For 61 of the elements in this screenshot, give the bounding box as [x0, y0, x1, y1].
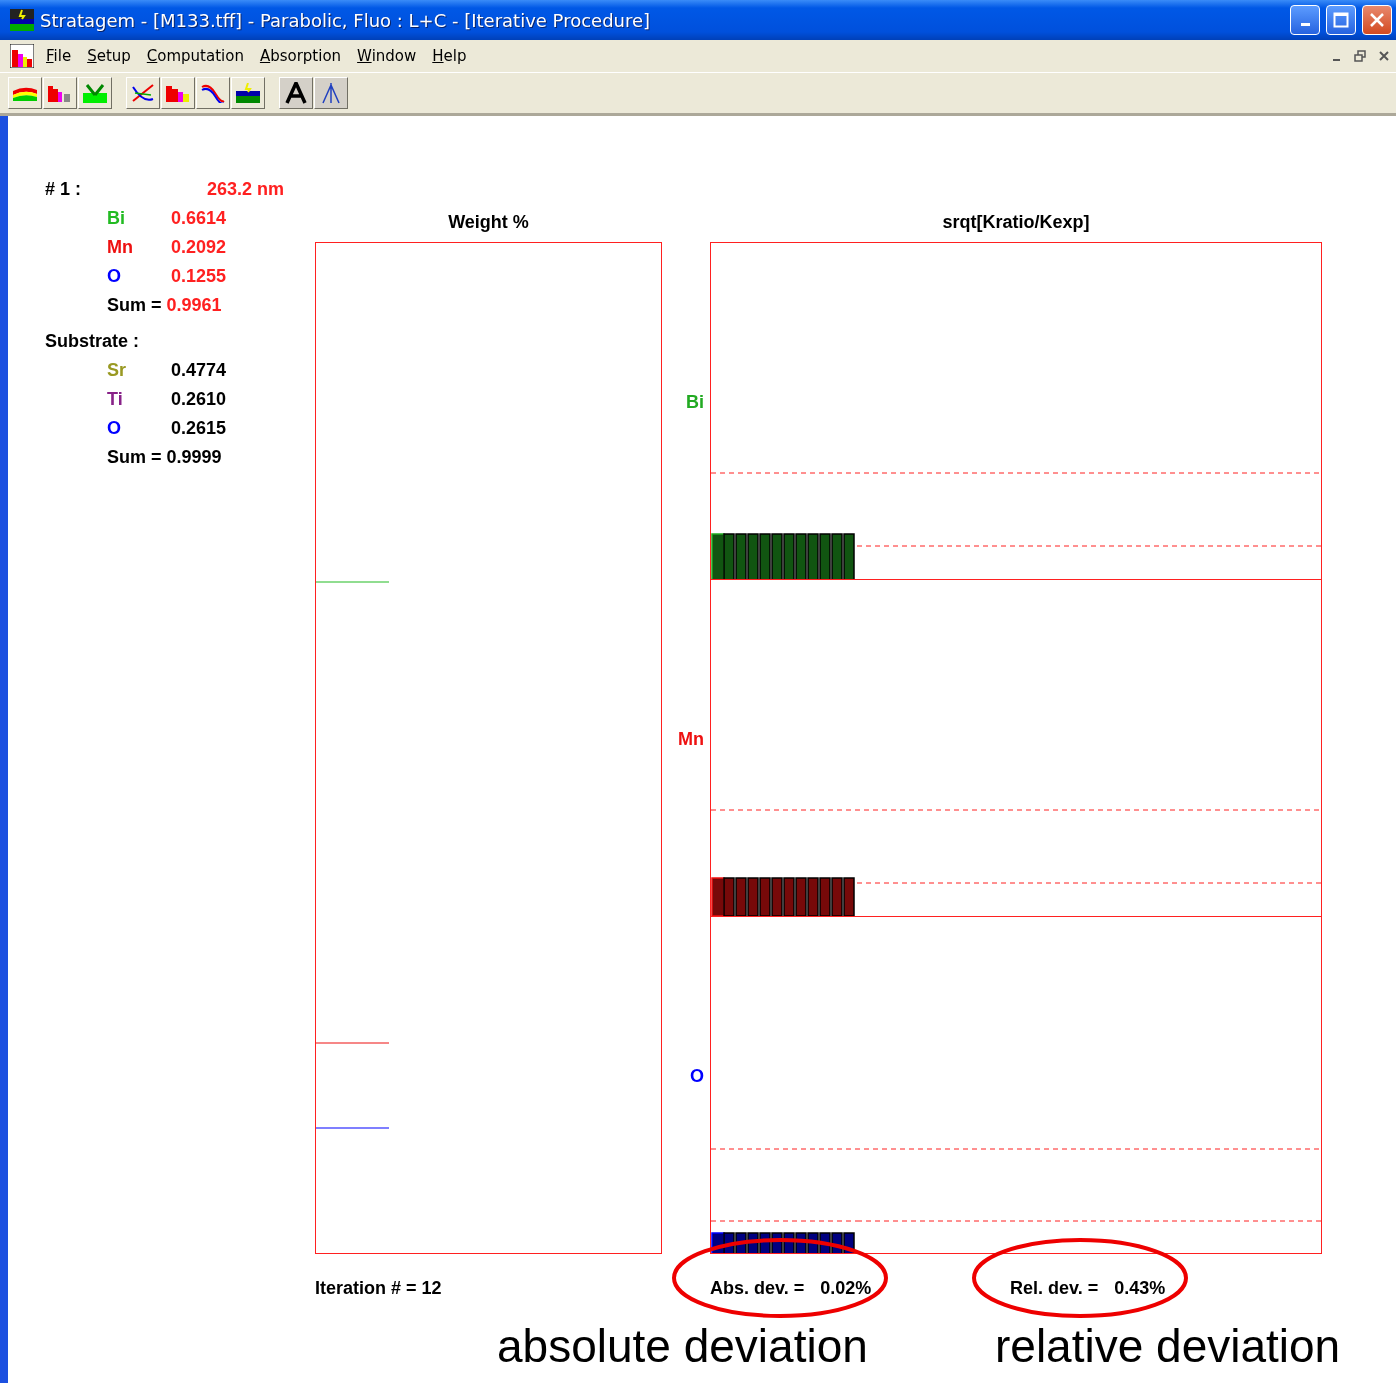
element-label: Bi [686, 392, 704, 414]
menu-item[interactable]: Absorption [251, 47, 350, 65]
iteration-count: Iteration # = 12 [315, 1277, 442, 1299]
minimize-icon [1332, 58, 1340, 61]
element-label: O [690, 1066, 704, 1088]
minimize-button[interactable] [1290, 5, 1320, 35]
element-value: 0.2615 [171, 418, 227, 439]
stat-label: Abs. dev. = [710, 1277, 805, 1299]
annotation-caption: absolute deviation [497, 1319, 869, 1373]
toolbar-button[interactable] [126, 77, 160, 109]
toolbar-button[interactable] [231, 77, 265, 109]
letter-icon [285, 82, 307, 104]
menu-item[interactable]: Setup [79, 47, 139, 65]
sum-label: Sum = [107, 295, 162, 316]
plot-title: srqt[Kratio/Kexp] [942, 212, 1090, 234]
bar-chart-icon [48, 84, 72, 102]
menu-item[interactable]: Window [349, 47, 425, 65]
restore-icon [1354, 50, 1366, 62]
minimize-icon [1300, 23, 1310, 26]
stat-value: 0.02% [820, 1277, 872, 1299]
element-symbol: Sr [107, 360, 127, 381]
sum-value: 0.9999 [166, 447, 222, 468]
substrate-label: Substrate : [45, 331, 140, 352]
app-icon [10, 9, 34, 31]
sum-value: 0.9961 [166, 295, 222, 316]
element-symbol: O [107, 266, 122, 287]
element-symbol: Ti [107, 389, 124, 410]
sum-label: Sum = [107, 447, 162, 468]
plot-title: Weight % [448, 212, 529, 234]
menu-item[interactable]: Computation [138, 47, 252, 65]
layers-icon [13, 85, 37, 101]
maximize-icon [1333, 12, 1349, 28]
element-value: 0.2092 [171, 237, 227, 258]
wave-lines-icon [201, 83, 225, 103]
landscape-icon [236, 83, 260, 103]
bar-chart-icon [166, 84, 190, 102]
element-value: 0.6614 [171, 208, 227, 229]
toolbar-button[interactable] [279, 77, 313, 109]
element-value: 0.2610 [171, 389, 227, 410]
element-symbol: Bi [107, 208, 126, 229]
menu-item[interactable]: File [38, 47, 80, 65]
element-value: 0.1255 [171, 266, 227, 287]
close-icon [1369, 12, 1385, 28]
crossing-lines-icon [131, 83, 155, 103]
element-symbol: O [107, 418, 122, 439]
toolbar-button[interactable] [314, 77, 348, 109]
toolbar-button[interactable] [196, 77, 230, 109]
maximize-button[interactable] [1326, 5, 1356, 35]
annotation-caption: relative deviation [995, 1319, 1341, 1373]
bar-chart-icon [10, 44, 34, 68]
menu-item[interactable]: Help [424, 47, 475, 65]
layer-label: # 1 : [45, 179, 83, 200]
stat-label: Rel. dev. = [1010, 1277, 1099, 1299]
element-label: Mn [678, 729, 704, 751]
window-title: Stratagem - [M133.tff] - Parabolic, Fluo : L+C - [Iterative Procedure] [40, 9, 652, 31]
layer-thickness: 263.2 nm [207, 179, 285, 200]
element-value: 0.4774 [171, 360, 227, 381]
stat-value: 0.43% [1114, 1277, 1166, 1299]
element-symbol: Mn [107, 237, 134, 258]
close-icon [1378, 50, 1390, 62]
close-button[interactable] [1362, 5, 1392, 35]
